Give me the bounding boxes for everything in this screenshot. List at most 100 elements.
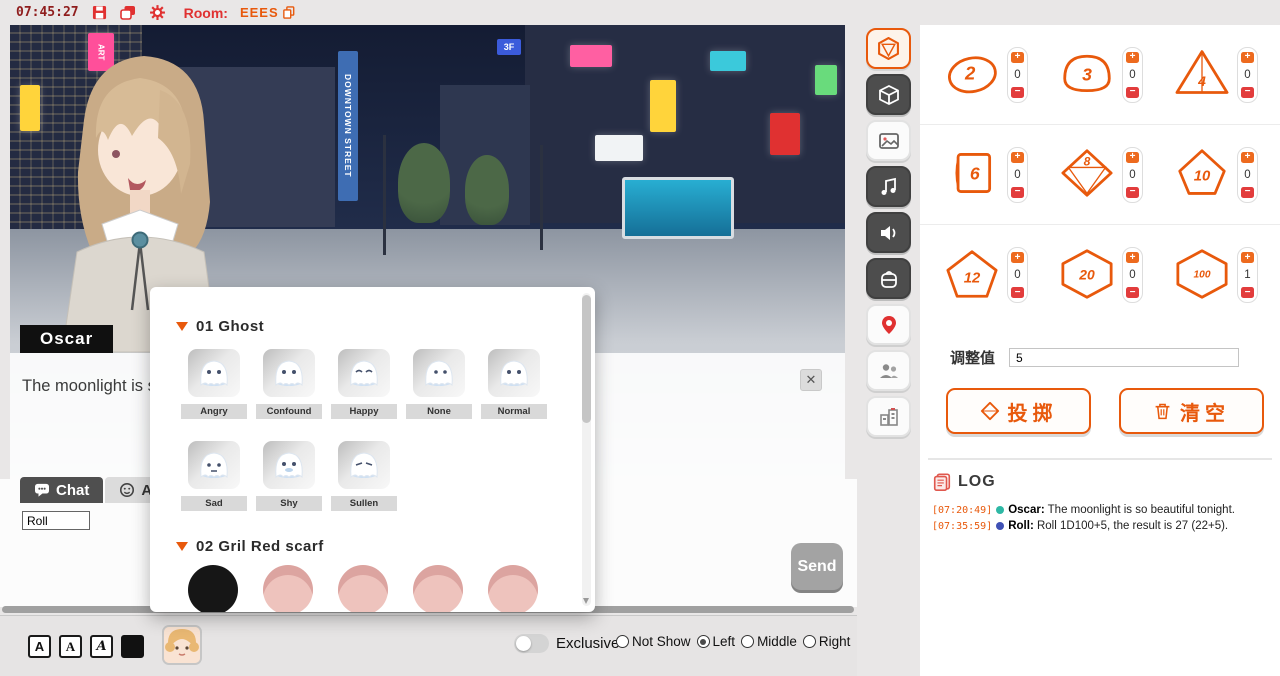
decrement-button[interactable]: − (1011, 87, 1024, 98)
tool-music[interactable] (866, 166, 911, 207)
die-d2: 2 + 0 − (942, 47, 1028, 103)
d6-count: 0 (1014, 169, 1020, 181)
clear-button[interactable]: 清空 (1119, 388, 1264, 434)
decrement-button[interactable]: − (1241, 287, 1254, 298)
emotion-tile[interactable]: Normal (488, 349, 540, 419)
emotion-tile[interactable]: Shy (263, 441, 315, 511)
decrement-button[interactable]: − (1011, 287, 1024, 298)
tab-chat[interactable]: Chat (20, 477, 103, 503)
increment-button[interactable]: + (1126, 252, 1139, 263)
d20-die-button[interactable]: 20 (1057, 248, 1117, 303)
decrement-button[interactable]: − (1126, 87, 1139, 98)
emotion-tile[interactable]: Sullen (338, 441, 390, 511)
d6-die-button[interactable]: 6 (942, 147, 1002, 202)
emotion-tile[interactable]: Sad (188, 441, 240, 511)
app-window: 07:45:27 Room: EEES (0, 0, 1280, 676)
tool-inventory[interactable] (866, 258, 911, 299)
roll-button[interactable]: 投掷 (946, 388, 1091, 434)
scrollbar-thumb[interactable] (582, 295, 591, 423)
d4-die-button[interactable]: 4 (1172, 47, 1232, 102)
tool-players[interactable] (866, 350, 911, 391)
font-style-button-1[interactable]: A (28, 635, 51, 658)
popup-scrollbar[interactable] (582, 293, 591, 606)
radio-left[interactable]: Left (697, 634, 736, 649)
d2-die-button[interactable]: 2 (942, 47, 1002, 102)
increment-button[interactable]: + (1011, 152, 1024, 163)
emotion-label: None (406, 404, 472, 419)
emotion-group-header-2[interactable]: 02 Gril Red scarf (176, 537, 595, 555)
ghost-face-icon (338, 349, 390, 397)
emotion-tile[interactable] (188, 565, 238, 612)
modifier-input[interactable] (1009, 348, 1239, 367)
backpack-icon (878, 268, 900, 290)
message-input[interactable] (22, 511, 90, 530)
log-entries: [07:20:49] Oscar: The moonlight is so be… (932, 504, 1272, 532)
color-swatch-button[interactable] (121, 635, 144, 658)
floor-sign-label: 3F (504, 42, 515, 52)
radio-circle-selected (697, 635, 710, 648)
emotion-tile[interactable] (263, 565, 313, 612)
emotion-tile[interactable] (413, 565, 463, 612)
radio-middle[interactable]: Middle (741, 634, 797, 649)
die-d6: 6 + 0 − (942, 147, 1028, 203)
emotion-tile[interactable]: Angry (188, 349, 240, 419)
increment-button[interactable]: + (1126, 152, 1139, 163)
increment-button[interactable]: + (1126, 52, 1139, 63)
roll-dice-icon (980, 401, 1000, 421)
exclusive-toggle[interactable] (514, 634, 549, 653)
emotion-tile[interactable] (488, 565, 538, 612)
tool-dice[interactable] (866, 28, 911, 69)
decrement-button[interactable]: − (1126, 287, 1139, 298)
decrement-button[interactable]: − (1126, 187, 1139, 198)
character-name-tag: Oscar (20, 325, 113, 353)
chat-log-icon[interactable] (120, 4, 137, 21)
d100-die-button[interactable]: 100 (1172, 248, 1232, 303)
radio-right[interactable]: Right (803, 634, 851, 649)
copy-icon[interactable] (283, 6, 295, 19)
increment-button[interactable]: + (1011, 252, 1024, 263)
decrement-button[interactable]: − (1011, 187, 1024, 198)
room-label: Room: (184, 5, 228, 21)
tool-map[interactable] (866, 304, 911, 345)
bottom-toolbar: A A A Exclusive Not Show (0, 615, 857, 676)
scroll-down-icon[interactable] (583, 598, 589, 604)
increment-button[interactable]: + (1241, 152, 1254, 163)
avatar-image (164, 627, 200, 663)
font-style-button-2[interactable]: A (59, 635, 82, 658)
d8-count: 0 (1129, 169, 1135, 181)
close-icon[interactable]: ✕ (800, 369, 822, 391)
svg-text:12: 12 (964, 270, 981, 286)
tool-scene[interactable] (866, 74, 911, 115)
emotion-tile[interactable]: None (413, 349, 465, 419)
d12-die-button[interactable]: 12 (942, 248, 1002, 303)
d10-die-button[interactable]: 10 (1172, 147, 1232, 202)
decrement-button[interactable]: − (1241, 187, 1254, 198)
svg-text:4: 4 (1197, 73, 1206, 89)
emotion-group-header-1[interactable]: 01 Ghost (176, 317, 595, 335)
mask-icon (119, 482, 135, 498)
tool-image[interactable] (866, 120, 911, 161)
clear-button-label: 清空 (1180, 397, 1230, 426)
tool-sound[interactable] (866, 212, 911, 253)
d6-stepper: + 0 − (1007, 147, 1028, 203)
tool-room[interactable] (866, 396, 911, 437)
room-name: EEES (240, 5, 295, 20)
character-avatar-button[interactable] (162, 625, 202, 665)
send-button[interactable]: Send (791, 543, 843, 590)
increment-button[interactable]: + (1241, 252, 1254, 263)
increment-button[interactable]: + (1241, 52, 1254, 63)
increment-button[interactable]: + (1011, 52, 1024, 63)
d3-die-button[interactable]: 3 (1057, 47, 1117, 102)
emotion-tile[interactable]: Confound (263, 349, 315, 419)
log-entry: [07:20:49] Oscar: The moonlight is so be… (932, 504, 1272, 516)
emotion-tile[interactable] (338, 565, 388, 612)
save-icon[interactable] (91, 4, 108, 21)
settings-gear-icon[interactable] (149, 4, 166, 21)
decrement-button[interactable]: − (1241, 87, 1254, 98)
radio-not-show[interactable]: Not Show (616, 634, 691, 649)
font-style-button-3[interactable]: A (90, 635, 113, 658)
d8-die-button[interactable]: 8 (1057, 147, 1117, 202)
radio-circle (741, 635, 754, 648)
emotion-tile[interactable]: Happy (338, 349, 390, 419)
dice-panel: 2 + 0 − 3 + 0 (920, 25, 1280, 676)
